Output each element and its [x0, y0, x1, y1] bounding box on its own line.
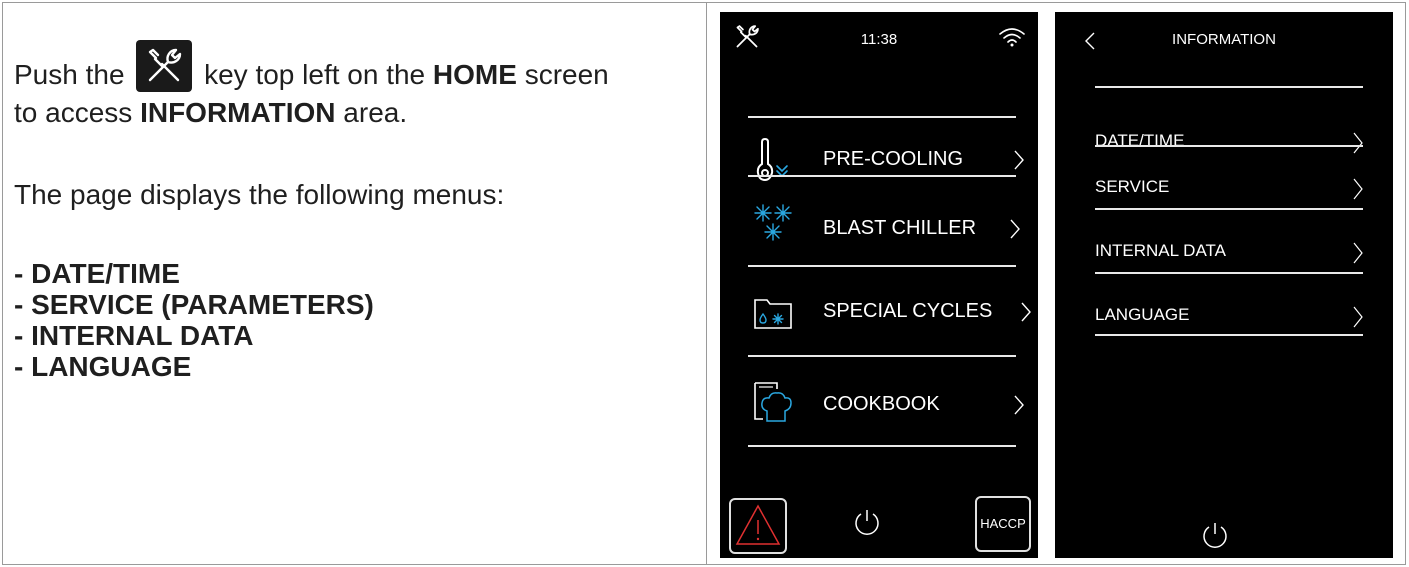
text-information: INFORMATION — [140, 97, 336, 128]
warning-triangle-icon — [735, 504, 781, 545]
separator — [1095, 145, 1363, 147]
thermometer-down-icon — [750, 137, 798, 187]
special-cycles-folder-icon — [753, 296, 793, 335]
power-icon — [1203, 523, 1227, 548]
page-title: INFORMATION — [1172, 31, 1276, 48]
text-screen: screen — [524, 59, 609, 90]
text-to-access: to access — [14, 97, 133, 128]
separator — [748, 355, 1016, 357]
clock-time: 11:38 — [860, 31, 898, 48]
list-item: - SERVICE (PARAMETERS) — [14, 289, 374, 320]
separator — [748, 265, 1016, 267]
separator — [748, 116, 1016, 118]
alarm-button[interactable] — [729, 498, 787, 554]
menu-item-label: COOKBOOK — [823, 393, 940, 415]
info-item-label: DATE/TIME — [1095, 131, 1185, 150]
column-divider — [706, 2, 707, 565]
menu-item-label: SPECIAL CYCLES — [823, 300, 993, 322]
power-icon — [855, 510, 879, 535]
text-key-top-left: key top left on the — [204, 59, 426, 90]
menu-item-pre-cooling[interactable]: PRE-COOLING — [720, 126, 1038, 196]
snowflakes-icon — [753, 203, 801, 256]
separator — [1095, 208, 1363, 210]
chevron-right-icon — [1353, 306, 1363, 333]
power-button[interactable] — [852, 507, 882, 542]
separator — [748, 445, 1016, 447]
menu-item-special-cycles[interactable]: SPECIAL CYCLES — [720, 278, 1038, 348]
list-item: - INTERNAL DATA — [14, 320, 254, 351]
info-item-internal-data[interactable]: INTERNAL DATA — [1095, 226, 1363, 288]
chevron-right-icon — [1014, 395, 1024, 420]
info-item-label: LANGUAGE — [1095, 305, 1190, 324]
separator — [1095, 86, 1363, 88]
menu-item-label: BLAST CHILLER — [823, 217, 977, 239]
list-item: - DATE/TIME — [14, 258, 180, 289]
text-home: HOME — [432, 59, 517, 90]
tools-key-icon — [136, 40, 193, 92]
text-push-the: Push the — [14, 59, 125, 90]
haccp-button[interactable]: HACCP — [975, 496, 1031, 552]
instruction-paragraph-1: Push the key top left on the HOME screen… — [14, 40, 704, 132]
separator — [1095, 334, 1363, 336]
chevron-right-icon — [1021, 302, 1031, 327]
power-button[interactable] — [1200, 520, 1230, 555]
info-item-label: INTERNAL DATA — [1095, 241, 1226, 260]
separator — [1095, 272, 1363, 274]
menu-item-cookbook[interactable]: COOKBOOK — [720, 371, 1038, 441]
menu-item-label: PRE-COOLING — [823, 148, 964, 170]
chef-hat-book-icon — [753, 381, 793, 430]
text-area: area. — [343, 97, 408, 128]
instruction-paragraph-2: The page displays the following menus: — [14, 179, 505, 210]
chevron-right-icon — [1353, 178, 1363, 205]
information-screen: INFORMATION DATE/TIME SERVICE INTERNAL D… — [1055, 12, 1393, 558]
wifi-icon — [998, 26, 1026, 53]
list-item: - LANGUAGE — [14, 351, 192, 382]
home-screen: 11:38 PRE-COOLING BLAST CHILLER SPECIAL … — [720, 12, 1038, 558]
menu-list: - DATE/TIME - SERVICE (PARAMETERS) - INT… — [14, 258, 704, 382]
menu-item-blast-chiller[interactable]: BLAST CHILLER — [720, 195, 1038, 265]
separator — [748, 175, 1016, 177]
info-item-label: SERVICE — [1095, 177, 1170, 196]
chevron-right-icon — [1014, 150, 1024, 175]
instructions-panel: Push the key top left on the HOME screen… — [14, 40, 704, 382]
info-item-service[interactable]: SERVICE — [1095, 162, 1363, 224]
chevron-right-icon — [1353, 242, 1363, 269]
info-item-language[interactable]: LANGUAGE — [1095, 290, 1363, 352]
chevron-right-icon — [1010, 219, 1020, 244]
